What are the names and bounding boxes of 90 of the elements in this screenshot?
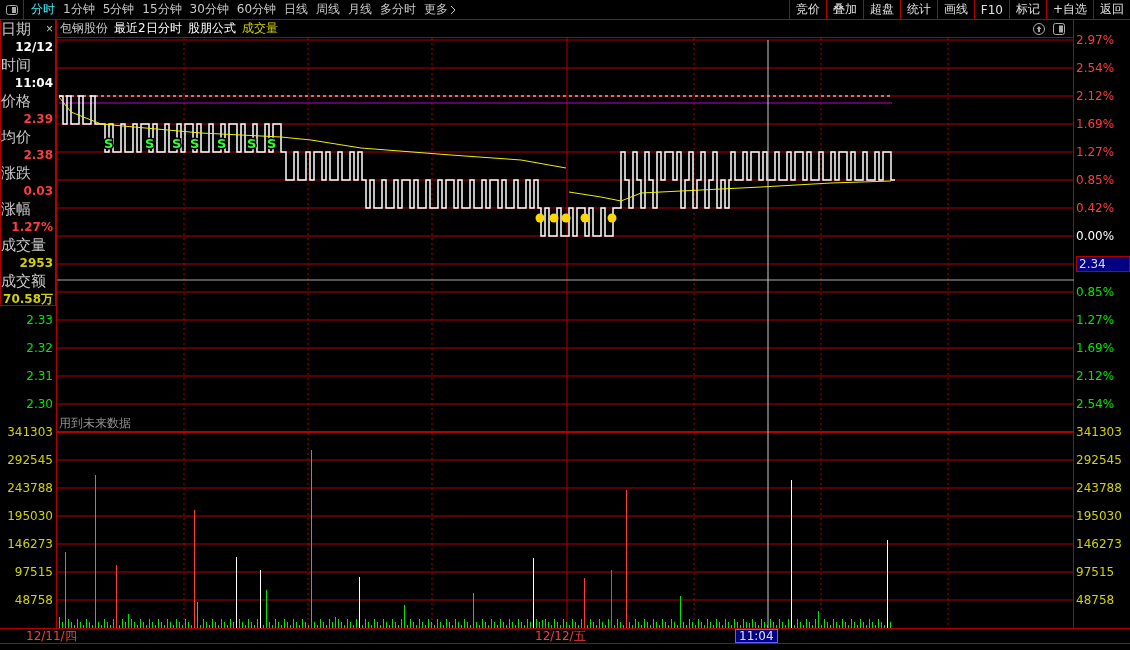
timeframe-tab[interactable]: 1分钟 bbox=[59, 1, 99, 18]
signal-mark: S bbox=[267, 136, 277, 151]
info-label: 均价 bbox=[1, 128, 31, 146]
axis-label: 1.69% bbox=[1076, 341, 1115, 355]
timeframe-tab[interactable]: 月线 bbox=[344, 1, 377, 18]
chart-title: 成交量 bbox=[241, 20, 278, 37]
warning-text: 用到未来数据 bbox=[59, 415, 131, 432]
axis-label: 2.97% bbox=[1076, 33, 1115, 47]
cursor-price-label: 2.34 bbox=[1076, 256, 1130, 272]
toolbar-button[interactable]: 标记 bbox=[1008, 0, 1046, 19]
toolbar-button[interactable]: 竞价 bbox=[788, 0, 826, 19]
axis-label: 195030 bbox=[7, 509, 53, 523]
axis-label: 0.42% bbox=[1076, 201, 1115, 215]
axis-label: 195030 bbox=[1076, 509, 1122, 523]
axis-label: 97515 bbox=[14, 565, 53, 579]
axis-label: 48758 bbox=[14, 593, 53, 607]
timeframe-tab[interactable]: 60分钟 bbox=[232, 1, 281, 18]
axis-label: 146273 bbox=[7, 537, 53, 551]
axis-label: 97515 bbox=[1076, 565, 1115, 579]
timeframe-tab[interactable]: 更多 bbox=[420, 1, 461, 18]
chart-title: 股朋公式 bbox=[187, 20, 236, 37]
timeframe-tab[interactable]: 15分钟 bbox=[138, 1, 186, 18]
toolbar-button[interactable]: +自选 bbox=[1045, 0, 1093, 19]
signal-dot bbox=[607, 213, 617, 223]
signal-dot bbox=[580, 213, 590, 223]
axis-label: 1.27% bbox=[1076, 313, 1115, 327]
axis-label: 2.54% bbox=[1076, 397, 1115, 411]
panel-toggle-icon[interactable] bbox=[1053, 23, 1065, 35]
info-value: 1.27% bbox=[10, 219, 54, 236]
axis-label: 48758 bbox=[1076, 593, 1115, 607]
toolbar-button[interactable]: 超盘 bbox=[862, 0, 900, 19]
info-label: 涨跌 bbox=[1, 164, 31, 182]
axis-label: 341303 bbox=[7, 425, 53, 439]
axis-label: 1.69% bbox=[1076, 117, 1115, 131]
timeframe-tab[interactable]: 30分钟 bbox=[185, 1, 233, 18]
axis-label: 292545 bbox=[1076, 453, 1122, 467]
axis-label: 2.12% bbox=[1076, 369, 1115, 383]
axis-label: 2.12% bbox=[1076, 89, 1115, 103]
axis-label: 2.32 bbox=[26, 341, 53, 355]
toolbar-button[interactable]: 画线 bbox=[936, 0, 974, 19]
toolbar-button[interactable]: 统计 bbox=[899, 0, 937, 19]
axis-label: 0.85% bbox=[1076, 285, 1115, 299]
info-label: 涨幅 bbox=[1, 200, 31, 218]
axis-label: 2.54% bbox=[1076, 61, 1115, 75]
axis-label: 2.31 bbox=[26, 369, 53, 383]
timeframe-tab[interactable]: 日线 bbox=[280, 1, 313, 18]
signal-dot bbox=[535, 213, 545, 223]
signal-mark: S bbox=[145, 136, 155, 151]
axis-label: 292545 bbox=[7, 453, 53, 467]
info-value: 2.39 bbox=[22, 111, 54, 128]
info-label: 价格 bbox=[1, 92, 31, 110]
info-value: 2.38 bbox=[22, 147, 54, 164]
signal-mark: S bbox=[104, 136, 114, 151]
toolbar-button[interactable]: F10 bbox=[973, 0, 1009, 19]
signal-mark: S bbox=[190, 136, 200, 151]
chart-title: 最近2日分时 bbox=[114, 20, 182, 37]
signal-dot bbox=[549, 213, 559, 223]
info-value: 11:04 bbox=[13, 75, 54, 92]
timeframe-tab[interactable]: 分时 bbox=[27, 1, 59, 18]
axis-label: 341303 bbox=[1076, 425, 1122, 439]
axis-label: 2.30 bbox=[26, 397, 53, 411]
info-label: 日期 bbox=[1, 20, 31, 38]
info-label: 时间 bbox=[1, 56, 31, 74]
upload-icon[interactable] bbox=[1033, 23, 1045, 35]
info-value: 70.58万 bbox=[2, 291, 54, 308]
chevron-icon bbox=[450, 4, 457, 15]
signal-dot bbox=[561, 213, 571, 223]
cursor-time-label: 11:04 bbox=[735, 629, 778, 643]
axis-label: 243788 bbox=[1076, 481, 1122, 495]
axis-label: 2.33 bbox=[26, 313, 53, 327]
signal-mark: S bbox=[217, 136, 227, 151]
info-value: 0.03 bbox=[22, 183, 54, 200]
axis-label: 146273 bbox=[1076, 537, 1122, 551]
timeframe-tab[interactable]: 5分钟 bbox=[98, 1, 139, 18]
timeframe-tab[interactable]: 多分时 bbox=[376, 1, 421, 18]
axis-label: 1.27% bbox=[1076, 145, 1115, 159]
timeframe-tab[interactable]: 周线 bbox=[312, 1, 345, 18]
toolbar-button[interactable]: 叠加 bbox=[825, 0, 863, 19]
date-label: 12/12/五 bbox=[535, 629, 586, 643]
info-value: 12/12 bbox=[14, 39, 54, 56]
info-value: 2953 bbox=[18, 255, 54, 272]
info-label: 成交量 bbox=[1, 236, 46, 254]
axis-label: 0.00% bbox=[1076, 229, 1115, 243]
close-button[interactable]: × bbox=[44, 22, 55, 36]
info-label: 成交额 bbox=[1, 272, 46, 290]
axis-label: 0.85% bbox=[1076, 173, 1115, 187]
date-label: 12/11/四 bbox=[26, 629, 77, 643]
axis-label: 243788 bbox=[7, 481, 53, 495]
chart-title: 包钢股份 bbox=[60, 20, 108, 37]
toolbar-button[interactable]: 返回 bbox=[1093, 0, 1130, 19]
